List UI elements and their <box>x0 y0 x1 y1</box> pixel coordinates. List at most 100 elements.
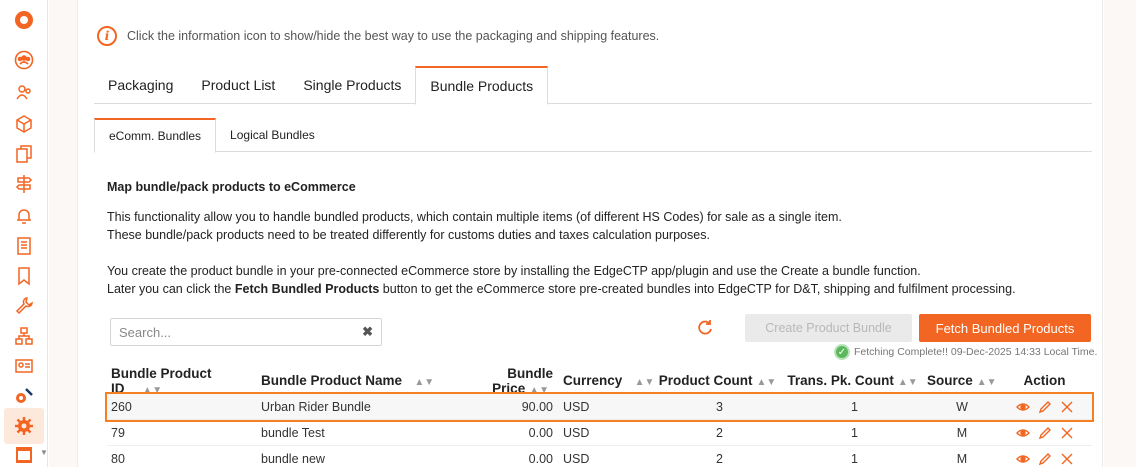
column-header[interactable]: Source ▲▼ <box>927 373 997 388</box>
delete-icon[interactable] <box>1060 426 1074 440</box>
info-icon[interactable]: i <box>97 26 117 46</box>
sidebar-scroll-down-icon[interactable]: ▼ <box>40 448 48 457</box>
description-line: You create the product bundle in your pr… <box>107 264 921 278</box>
main-tabs: Packaging Product List Single Products B… <box>94 66 1092 105</box>
eye-icon[interactable] <box>1015 400 1030 414</box>
delete-icon[interactable] <box>1060 400 1074 414</box>
eye-icon[interactable] <box>1015 426 1030 440</box>
tab-bundle-products[interactable]: Bundle Products <box>415 66 549 105</box>
cell-source: W <box>956 399 968 414</box>
column-header[interactable]: Trans. Pk. Count ▲▼ <box>782 373 927 388</box>
signpost-icon[interactable] <box>12 172 36 196</box>
sort-icon[interactable]: ▲▼ <box>406 377 434 388</box>
table-row[interactable]: 260 Urban Rider Bundle 90.00 USD 3 1 W <box>105 392 1094 422</box>
column-header[interactable]: Product Count ▲▼ <box>657 373 782 388</box>
wrench-icon[interactable] <box>12 294 36 318</box>
column-header-label: Currency <box>563 373 623 388</box>
left-gutter <box>49 0 77 467</box>
fetch-bundled-products-button[interactable]: Fetch Bundled Products <box>919 314 1091 342</box>
cell-currency: USD <box>563 399 590 414</box>
search-input[interactable] <box>119 324 363 340</box>
column-header[interactable]: Bundle Product ID ▲▼ <box>107 366 252 396</box>
app-logo-icon[interactable] <box>12 8 36 32</box>
cell-currency: USD <box>563 451 590 466</box>
right-gutter <box>1104 0 1136 467</box>
eye-icon[interactable] <box>1015 452 1030 466</box>
description-text: Later you can click the <box>107 282 235 296</box>
tab-single-products[interactable]: Single Products <box>289 66 415 104</box>
sort-icon[interactable]: ▲▼ <box>756 377 776 388</box>
description-line: This functionality allow you to handle b… <box>107 210 842 224</box>
calendar-icon[interactable] <box>12 442 36 466</box>
cell-id: 80 <box>111 451 125 466</box>
cell-product-count: 2 <box>716 451 723 466</box>
invoice-icon[interactable] <box>12 234 36 258</box>
row-actions <box>997 426 1092 440</box>
settings-tools-icon[interactable] <box>12 384 36 408</box>
refresh-icon[interactable] <box>696 318 714 336</box>
cell-trans-count: 1 <box>851 425 858 440</box>
tab-product-list[interactable]: Product List <box>187 66 289 104</box>
column-header[interactable]: Bundle Price ▲▼ <box>447 366 557 396</box>
cell-price: 0.00 <box>528 425 553 440</box>
cell-price: 90.00 <box>521 399 553 414</box>
id-card-icon[interactable] <box>12 354 36 378</box>
cell-trans-count: 1 <box>851 451 858 466</box>
bell-icon[interactable] <box>12 204 36 228</box>
column-header-label: Trans. Pk. Count <box>787 373 894 388</box>
cell-name: bundle new <box>261 451 325 466</box>
sub-tabs: eComm. Bundles Logical Bundles <box>94 118 1092 153</box>
cell-name: bundle Test <box>261 425 325 440</box>
sort-icon[interactable]: ▲▼ <box>129 385 162 396</box>
row-actions <box>997 452 1092 466</box>
pencil-icon[interactable] <box>1038 452 1052 466</box>
sidebar: ▼ <box>0 0 48 467</box>
table-header: Bundle Product ID ▲▼ Bundle Product Name… <box>107 366 1092 396</box>
create-product-bundle-button[interactable]: Create Product Bundle <box>745 314 912 342</box>
pencil-icon[interactable] <box>1038 426 1052 440</box>
clear-icon[interactable]: ✖ <box>362 324 373 340</box>
sort-icon[interactable]: ▲▼ <box>977 377 997 388</box>
sort-icon[interactable]: ▲▼ <box>626 377 655 388</box>
row-actions <box>997 400 1092 414</box>
column-header[interactable]: Currency ▲▼ <box>557 373 657 388</box>
check-circle-icon: ✓ <box>834 344 850 360</box>
sort-icon[interactable]: ▲▼ <box>529 385 549 396</box>
hierarchy-icon[interactable] <box>12 324 36 348</box>
table-row[interactable]: 80 bundle new 0.00 USD 2 1 M <box>107 446 1092 467</box>
sort-icon[interactable]: ▲▼ <box>898 377 918 388</box>
users-group-icon[interactable] <box>12 48 36 72</box>
cell-source: M <box>956 425 968 440</box>
cell-name: Urban Rider Bundle <box>261 399 371 414</box>
fetch-status-text: Fetching Complete!! 09-Dec-2025 14:33 Lo… <box>854 346 1098 358</box>
bundles-table: Bundle Product ID ▲▼ Bundle Product Name… <box>105 366 1094 467</box>
gear-icon[interactable] <box>12 414 36 438</box>
subtab-logical-bundles[interactable]: Logical Bundles <box>216 118 329 152</box>
description-bold-text: Fetch Bundled Products <box>234 282 380 296</box>
tab-packaging[interactable]: Packaging <box>94 66 187 104</box>
pencil-icon[interactable] <box>1038 400 1052 414</box>
cell-source: M <box>956 451 968 466</box>
contacts-icon[interactable] <box>12 80 36 104</box>
column-header[interactable]: Bundle Product Name ▲▼ <box>252 373 447 388</box>
description-line: Later you can click the Fetch Bundled Pr… <box>107 280 1016 298</box>
cell-id: 260 <box>111 399 132 414</box>
cell-currency: USD <box>563 425 590 440</box>
subtab-ecomm-bundles[interactable]: eComm. Bundles <box>94 118 217 153</box>
package-icon[interactable] <box>12 112 36 136</box>
column-header-label: Product Count <box>658 373 753 388</box>
search-box: ✖ <box>110 318 382 346</box>
fetch-status: ✓ Fetching Complete!! 09-Dec-2025 14:33 … <box>834 344 1097 360</box>
cell-id: 79 <box>111 425 125 440</box>
documents-icon[interactable] <box>12 142 36 166</box>
column-header-label: Source <box>927 373 973 388</box>
description-text: button to get the eCommerce store pre-cr… <box>379 282 1016 296</box>
delete-icon[interactable] <box>1060 452 1074 466</box>
section-title: Map bundle/pack products to eCommerce <box>107 180 356 194</box>
description-line: These bundle/pack products need to be tr… <box>107 228 710 242</box>
column-header: Action <box>997 373 1092 388</box>
bookmark-icon[interactable] <box>12 264 36 288</box>
table-row[interactable]: 79 bundle Test 0.00 USD 2 1 M <box>107 420 1092 446</box>
info-text: Click the information icon to show/hide … <box>127 29 660 43</box>
column-header-label: Bundle Product Name <box>261 373 403 388</box>
